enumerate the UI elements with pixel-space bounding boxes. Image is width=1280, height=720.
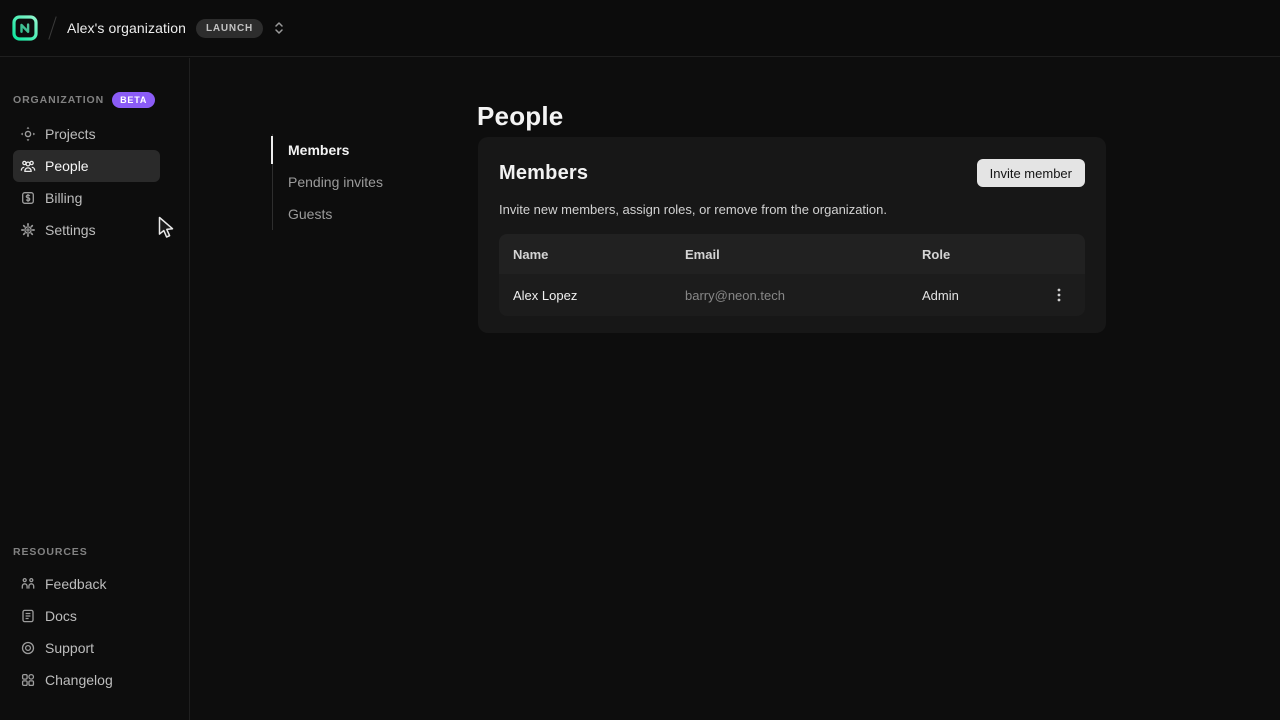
people-subnav: Members Pending invites Guests [272,134,422,230]
sidebar-item-support[interactable]: Support [13,632,160,664]
resources-nav: Feedback Docs Support [0,568,189,696]
column-header-role: Role [908,247,1085,262]
member-email: barry@neon.tech [671,288,908,303]
row-menu-button[interactable] [1049,283,1069,307]
invite-member-button[interactable]: Invite member [977,159,1085,187]
subnav-item-label: Members [288,142,349,158]
members-card: Members Invite member Invite new members… [478,137,1106,333]
resources-section-label: RESOURCES [13,546,88,558]
projects-icon [20,126,36,142]
members-card-description: Invite new members, assign roles, or rem… [499,202,1085,218]
column-header-email: Email [671,247,908,262]
column-header-name: Name [499,247,671,262]
members-table-header: Name Email Role [499,234,1085,274]
topbar: Alex's organization LAUNCH [0,0,1280,57]
sidebar-item-people[interactable]: People [13,150,160,182]
resources-section-header: RESOURCES [13,546,189,558]
resources-section: RESOURCES Feedback [0,546,189,696]
feedback-icon [20,576,36,592]
grid-icon [20,672,36,688]
subnav-item-label: Pending invites [288,174,383,190]
org-name: Alex's organization [67,20,186,36]
sidebar-item-label: Docs [45,608,77,624]
people-icon [20,158,36,174]
table-row: Alex Lopez barry@neon.tech Admin [499,274,1085,316]
sidebar-item-billing[interactable]: Billing [13,182,160,214]
sidebar-item-settings[interactable]: Settings [13,214,160,246]
members-card-title: Members [499,162,588,185]
page-title: People [477,101,563,132]
subnav-item-label: Guests [288,206,332,222]
beta-badge: BETA [112,92,155,108]
members-card-header: Members Invite member [499,159,1085,187]
org-switcher[interactable]: Alex's organization LAUNCH [67,19,285,38]
sidebar-item-projects[interactable]: Projects [13,118,160,150]
sidebar-item-label: Projects [45,126,96,142]
subnav-item-guests[interactable]: Guests [272,198,422,230]
sidebar-item-label: People [45,158,89,174]
org-section-header: ORGANIZATION BETA [13,92,189,108]
neon-logo-icon[interactable] [12,15,38,41]
billing-icon [20,190,36,206]
org-section-label: ORGANIZATION [13,94,104,106]
document-icon [20,608,36,624]
sidebar-item-changelog[interactable]: Changelog [13,664,160,696]
breadcrumb-separator [48,16,56,39]
member-name: Alex Lopez [499,288,671,303]
kebab-icon [1057,287,1061,303]
sidebar-item-label: Billing [45,190,82,206]
lifebuoy-icon [20,640,36,656]
org-nav: Projects People Billing [0,118,189,246]
sidebar-item-label: Changelog [45,672,113,688]
sidebar-item-docs[interactable]: Docs [13,600,160,632]
members-table: Name Email Role Alex Lopez barry@neon.te… [499,234,1085,316]
plan-badge: LAUNCH [196,19,263,38]
subnav-item-members[interactable]: Members [272,134,422,166]
sidebar-item-label: Feedback [45,576,106,592]
sidebar-item-feedback[interactable]: Feedback [13,568,160,600]
sidebar-item-label: Support [45,640,94,656]
sidebar-item-label: Settings [45,222,96,238]
gear-icon [20,222,36,238]
subnav-item-pending-invites[interactable]: Pending invites [272,166,422,198]
sidebar: ORGANIZATION BETA Projects People [0,58,190,720]
chevron-up-down-icon [273,20,285,36]
